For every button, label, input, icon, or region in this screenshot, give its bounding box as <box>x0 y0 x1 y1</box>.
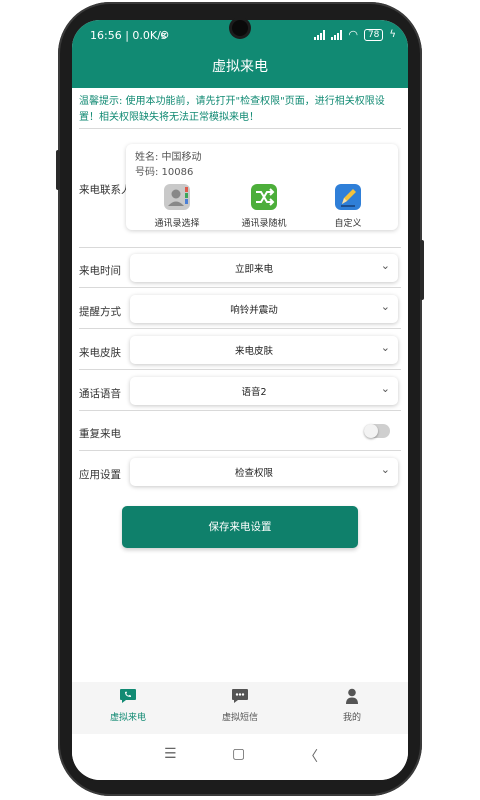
charging-icon: ϟ <box>389 29 396 40</box>
system-nav-bar: ☰ ▢ 〈 <box>72 734 408 780</box>
person-icon <box>343 688 361 704</box>
save-settings-button[interactable]: 保存来电设置 <box>122 506 358 548</box>
select-value: 来电皮肤 <box>234 346 273 357</box>
chevron-down-icon: ⌄ <box>380 259 390 272</box>
random-contact-button[interactable]: 通讯录随机 <box>224 184 304 229</box>
divider <box>79 369 401 370</box>
app-settings-select[interactable]: 检查权限 ⌄ <box>130 458 398 486</box>
setting-label: 应用设置 <box>79 469 121 481</box>
volume-button <box>56 150 60 190</box>
setting-label: 来电皮肤 <box>79 347 121 359</box>
battery-icon: 78 <box>363 28 384 41</box>
pick-option-label: 通讯录选择 <box>154 219 200 229</box>
shuffle-icon <box>251 184 277 210</box>
repeat-label: 重复来电 <box>79 428 121 440</box>
warning-tip: 温馨提示: 使用本功能前，请先打开"检查权限"页面，进行相关权限设置！相关权限缺… <box>79 96 385 123</box>
wifi-icon: ◠ <box>348 28 358 41</box>
contact-card: 姓名: 中国移动 号码: 10086 通讯录选择 通讯录随机 自定义 <box>126 144 398 230</box>
contact-book-icon <box>164 184 190 210</box>
call-skin-select[interactable]: 来电皮肤 ⌄ <box>130 336 398 364</box>
front-camera <box>232 20 248 36</box>
setting-label: 来电时间 <box>79 265 121 277</box>
select-value: 立即来电 <box>234 264 273 275</box>
call-time-select[interactable]: 立即来电 ⌄ <box>130 254 398 282</box>
data-saver-icon: ⊘ <box>160 28 170 41</box>
bottom-nav: 虚拟来电 虚拟短信 我的 <box>72 682 408 734</box>
tab-label: 虚拟来电 <box>109 713 146 723</box>
chevron-down-icon: ⌄ <box>380 463 390 476</box>
power-button <box>420 240 424 300</box>
pick-option-label: 通讯录随机 <box>241 219 287 229</box>
select-value: 语音2 <box>241 387 267 398</box>
message-icon <box>231 688 249 704</box>
screen: 16:56 | 0.0K/s ⊘ ◠ 78 ϟ 虚拟来电 温馨提示: 使用本功能… <box>72 20 408 780</box>
tab-label: 我的 <box>342 713 361 723</box>
home-icon[interactable]: ▢ <box>232 746 245 762</box>
tab-virtual-call[interactable]: 虚拟来电 <box>72 688 184 723</box>
pick-option-label: 自定义 <box>334 219 362 229</box>
alert-mode-select[interactable]: 响铃并震动 ⌄ <box>130 295 398 323</box>
setting-label: 通话语音 <box>79 388 121 400</box>
tab-mine[interactable]: 我的 <box>296 688 408 723</box>
pick-contact-book-button[interactable]: 通讯录选择 <box>137 184 217 229</box>
tab-label: 虚拟短信 <box>221 713 258 723</box>
status-icons: ◠ 78 ϟ <box>314 28 396 41</box>
setting-label: 提醒方式 <box>79 306 121 318</box>
chevron-down-icon: ⌄ <box>380 382 390 395</box>
chevron-down-icon: ⌄ <box>380 300 390 313</box>
voice-select[interactable]: 语音2 ⌄ <box>130 377 398 405</box>
back-icon[interactable]: 〈 <box>304 746 318 766</box>
divider <box>79 410 401 411</box>
page-title: 虚拟来电 <box>212 59 268 75</box>
pencil-icon <box>335 184 361 210</box>
phone-chat-icon <box>119 688 137 704</box>
contact-name: 姓名: 中国移动 <box>135 152 202 163</box>
select-value: 响铃并震动 <box>230 305 278 316</box>
custom-contact-button[interactable]: 自定义 <box>308 184 388 229</box>
toggle-knob <box>364 424 378 438</box>
repeat-toggle[interactable] <box>364 424 390 438</box>
divider <box>79 128 401 129</box>
tab-virtual-sms[interactable]: 虚拟短信 <box>184 688 296 723</box>
divider <box>79 450 401 451</box>
divider <box>79 328 401 329</box>
divider <box>79 287 401 288</box>
divider <box>79 247 401 248</box>
chevron-down-icon: ⌄ <box>380 341 390 354</box>
signal-icon <box>331 29 343 40</box>
contact-label: 来电联系人 <box>79 184 132 196</box>
status-time: 16:56 | 0.0K/s <box>90 29 167 42</box>
menu-icon[interactable]: ☰ <box>164 746 177 762</box>
contact-number: 号码: 10086 <box>135 167 194 178</box>
signal-icon <box>314 29 326 40</box>
select-value: 检查权限 <box>234 468 273 479</box>
